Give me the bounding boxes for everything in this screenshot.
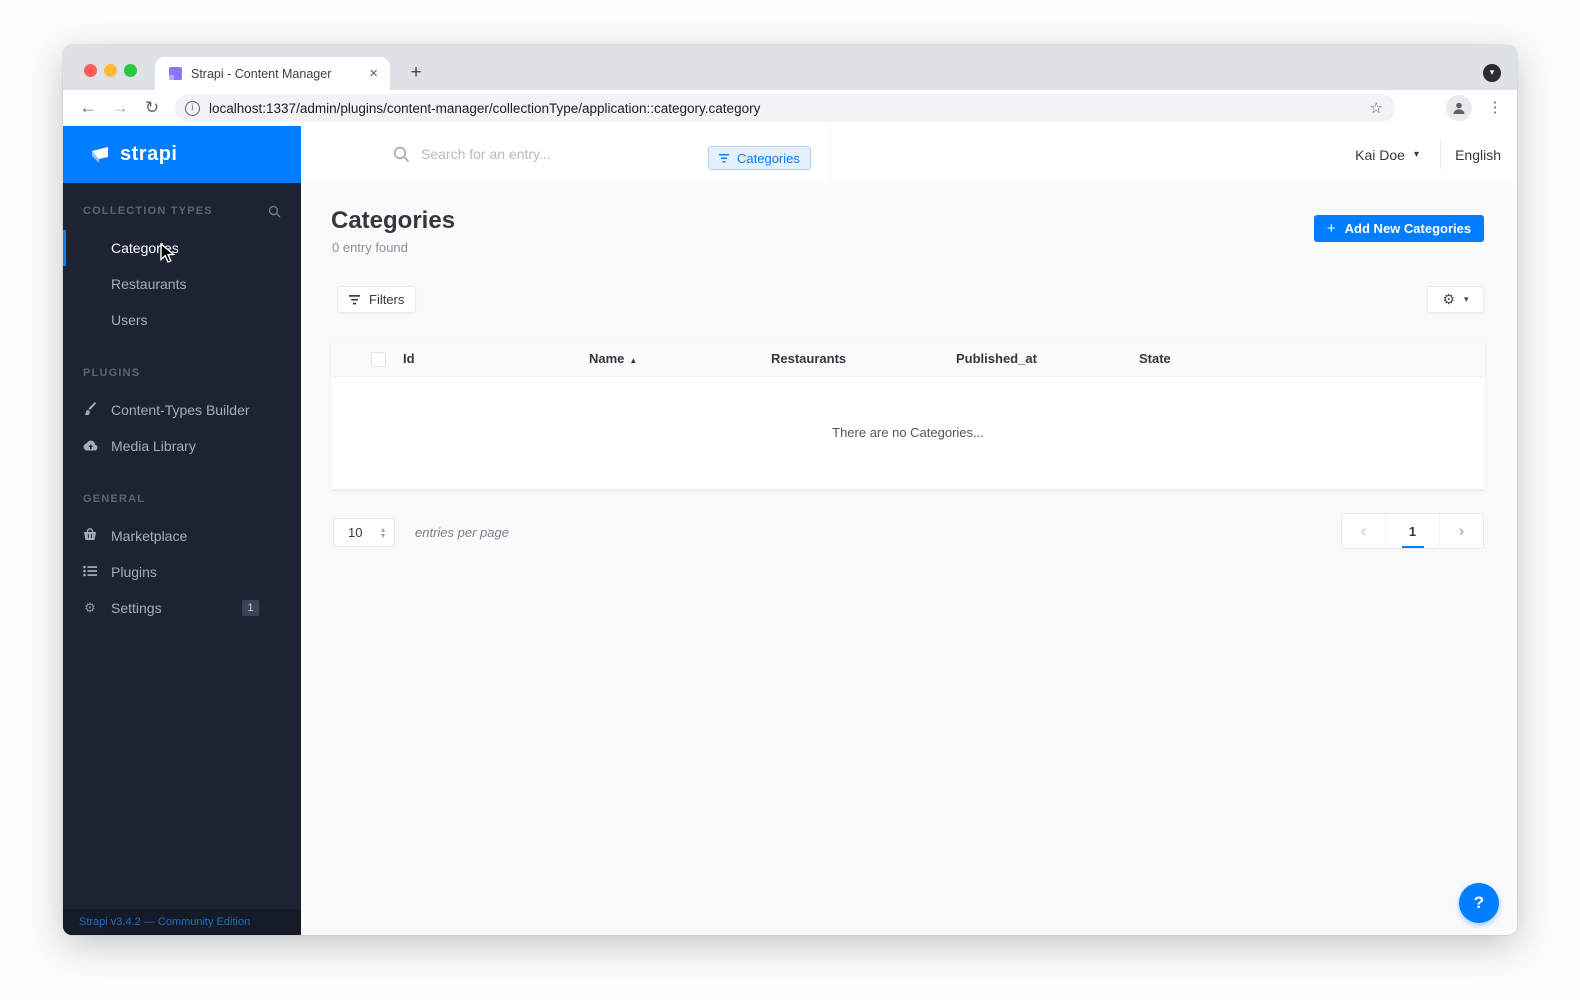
site-info-icon[interactable]: i [185, 100, 200, 116]
filters-button[interactable]: Filters [337, 286, 417, 313]
user-divider [1440, 140, 1441, 169]
entries-table: Id Name ▲ Restaurants Published_at State … [331, 341, 1485, 489]
tab-strip: Strapi - Content Manager × + ▾ [63, 45, 1517, 90]
new-tab-button[interactable]: + [403, 60, 429, 86]
desktop-background: Strapi - Content Manager × + ▾ ← → ↻ i l… [0, 0, 1580, 1000]
search-input[interactable] [421, 140, 721, 168]
table-settings-button[interactable]: ⚙ ▾ [1427, 286, 1484, 313]
gear-icon: ⚙ [84, 600, 96, 615]
tab-title: Strapi - Content Manager [191, 66, 332, 81]
main-area: Categories Kai Doe ▾ English Categories … [301, 126, 1517, 935]
select-all-checkbox[interactable] [371, 352, 386, 367]
sort-asc-icon: ▲ [629, 356, 638, 365]
user-menu[interactable]: Kai Doe ▾ [1355, 126, 1419, 183]
header-divider [830, 126, 831, 183]
content-type-filter-chip[interactable]: Categories [708, 146, 811, 170]
logo-wordmark: strapi [120, 143, 178, 165]
filter-icon [349, 294, 360, 304]
general-heading: GENERAL [83, 493, 146, 505]
version-link[interactable]: Strapi v3.4.2 — Community Edition [63, 909, 301, 935]
url-text: localhost:1337/admin/plugins/content-man… [209, 100, 761, 116]
search-icon [393, 146, 410, 163]
entries-per-page-select[interactable]: 10 ▴ ▾ [333, 518, 395, 547]
filter-icon [719, 153, 729, 162]
pagination: ‹ 1 › [1341, 513, 1484, 549]
column-header-name[interactable]: Name ▲ [589, 341, 637, 377]
help-button[interactable]: ? [1459, 883, 1499, 923]
language-select[interactable]: English [1455, 126, 1501, 183]
entries-per-page-label: entries per page [415, 525, 509, 540]
sidebar-item-media-library[interactable]: Media Library [63, 428, 301, 464]
sidebar-item-restaurants[interactable]: Restaurants [63, 266, 301, 302]
plugins-heading: PLUGINS [83, 367, 141, 379]
strapi-admin-app: strapi COLLECTION TYPES Categories Resta… [63, 126, 1517, 935]
tab-search-button[interactable]: ▾ [1483, 64, 1501, 82]
basket-icon [82, 528, 98, 544]
caret-down-icon: ▾ [1464, 294, 1469, 304]
sidebar-item-categories[interactable]: Categories [63, 230, 301, 266]
plus-icon: + [1326, 219, 1336, 237]
column-header-restaurants[interactable]: Restaurants [771, 341, 846, 377]
caret-down-icon: ▾ [1413, 149, 1419, 160]
list-icon [82, 565, 98, 580]
column-header-state[interactable]: State [1139, 341, 1171, 377]
mouse-cursor [160, 243, 176, 263]
strapi-logo[interactable]: strapi [63, 126, 301, 183]
back-button[interactable]: ← [75, 95, 101, 121]
empty-state-message: There are no Categories... [832, 425, 984, 440]
sidebar-nav: COLLECTION TYPES Categories Restaurants [63, 183, 301, 626]
forward-button[interactable]: → [107, 95, 133, 121]
close-tab-icon[interactable]: × [367, 65, 380, 82]
sidebar-item-content-types-builder[interactable]: Content-Types Builder [63, 392, 301, 428]
browser-window: Strapi - Content Manager × + ▾ ← → ↻ i l… [63, 45, 1517, 935]
stepper-icon: ▴ ▾ [380, 524, 385, 540]
column-header-id[interactable]: Id [403, 341, 415, 377]
address-bar[interactable]: i localhost:1337/admin/plugins/content-m… [175, 94, 1395, 122]
current-page[interactable]: 1 [1386, 514, 1439, 548]
previous-page-button[interactable]: ‹ [1342, 514, 1386, 548]
sidebar-item-marketplace[interactable]: Marketplace [63, 518, 301, 554]
browser-profile-button[interactable] [1446, 95, 1472, 121]
profile-icon [1453, 102, 1465, 114]
gear-icon: ⚙ [1442, 291, 1456, 307]
table-header-row: Id Name ▲ Restaurants Published_at State [331, 341, 1485, 377]
page-title: Categories [331, 207, 456, 234]
settings-notification-badge: 1 [242, 600, 259, 616]
zoom-window-button[interactable] [124, 64, 137, 77]
content-area: Categories 0 entry found + Add New Categ… [301, 183, 1517, 935]
minimize-window-button[interactable] [104, 64, 117, 77]
add-new-categories-button[interactable]: + Add New Categories [1314, 215, 1484, 242]
collection-types-heading: COLLECTION TYPES [63, 202, 301, 220]
app-header: Categories Kai Doe ▾ English [301, 126, 1517, 183]
strapi-logo-icon [92, 146, 108, 163]
close-window-button[interactable] [84, 64, 97, 77]
column-header-published-at[interactable]: Published_at [956, 341, 1037, 377]
reload-button[interactable]: ↻ [139, 95, 165, 121]
browser-menu-button[interactable]: ⋮ [1487, 95, 1503, 121]
collection-types-search-icon[interactable] [268, 205, 281, 218]
sidebar-item-plugins[interactable]: Plugins [63, 554, 301, 590]
entry-count: 0 entry found [332, 240, 408, 255]
active-page-underline [1401, 546, 1424, 548]
cloud-upload-icon [82, 439, 98, 454]
next-page-button[interactable]: › [1439, 514, 1483, 548]
sidebar-item-settings[interactable]: ⚙ Settings 1 [63, 590, 301, 626]
sidebar-item-users[interactable]: Users [63, 302, 301, 338]
brush-icon [82, 401, 98, 419]
bookmark-icon[interactable]: ☆ [1370, 99, 1383, 117]
browser-tab[interactable]: Strapi - Content Manager × [155, 57, 390, 90]
browser-toolbar: ← → ↻ i localhost:1337/admin/plugins/con… [63, 90, 1517, 126]
sidebar: strapi COLLECTION TYPES Categories Resta… [63, 126, 301, 935]
strapi-favicon-icon [169, 66, 182, 80]
